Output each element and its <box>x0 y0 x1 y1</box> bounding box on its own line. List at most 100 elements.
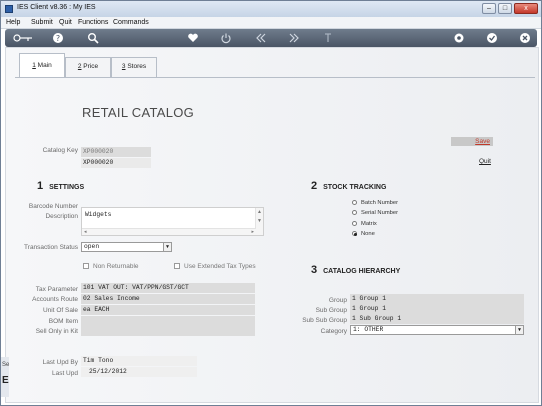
chevron-down-icon[interactable]: ▼ <box>515 326 523 334</box>
check-icon[interactable] <box>486 32 498 44</box>
scroll-right-icon[interactable]: ▸ <box>251 229 254 235</box>
last-upd-label: Last Upd <box>51 370 78 377</box>
unit-of-sale-label: Unit Of Sale <box>42 307 78 314</box>
description-value: Widgets <box>85 211 112 218</box>
minimize-button[interactable]: – <box>482 3 496 14</box>
group-field[interactable]: 1 Group 1 <box>350 294 524 304</box>
last-upd-by-label: Last Upd By <box>42 359 78 366</box>
last-upd-by-value: Tim Tono <box>81 356 197 366</box>
radio-none-label: None <box>361 231 375 237</box>
catalog-key-label: Catalog Key <box>42 147 78 154</box>
menu-commands[interactable]: Commands <box>113 19 149 26</box>
non-returnable-checkbox[interactable]: Non Returnable <box>83 263 139 270</box>
close-window-button[interactable]: x <box>514 3 538 14</box>
scroll-left-icon[interactable]: ◂ <box>84 229 87 235</box>
sub-group-label: Sub Group <box>315 307 347 314</box>
menu-bar: Help Submit Quit Functions Commands <box>1 17 541 29</box>
maximize-button[interactable]: □ <box>498 3 512 14</box>
side-strip-letter: E <box>2 375 9 386</box>
settings-section-label: SETTINGS <box>49 184 85 191</box>
heart-icon[interactable] <box>187 32 199 44</box>
tax-parameter-field[interactable]: 101 VAT OUT: VAT/PPN/GST/GCT <box>81 283 255 293</box>
sell-only-label: Sell Only in Kit <box>35 328 78 335</box>
sub-sub-group-field[interactable]: 1 Sub Group 1 <box>350 314 524 324</box>
tab-price[interactable]: 2 Price <box>65 57 111 77</box>
tab-price-label: Price <box>81 63 99 70</box>
page-title: RETAIL CATALOG <box>82 105 195 120</box>
help-icon[interactable]: ? <box>52 32 64 44</box>
last-upd-value: 25/12/2012 <box>81 367 197 377</box>
tab-main-label: Main <box>35 62 52 69</box>
stock-tracking-section-label: STOCK TRACKING <box>323 184 387 191</box>
checkbox-box[interactable] <box>83 263 89 269</box>
category-select[interactable]: 1: OTHER ▼ <box>350 325 524 335</box>
radio-button-selected[interactable] <box>352 231 357 236</box>
app-window: IES Client v8.36 : My IES – □ x Help Sub… <box>0 0 542 406</box>
tab-stores[interactable]: 3 Stores <box>111 57 157 77</box>
textarea-hscrollbar[interactable]: ◂ ▸ <box>82 228 256 235</box>
stock-tracking-section-title: 2 STOCK TRACKING <box>311 180 386 192</box>
side-strip: Se E <box>1 357 9 397</box>
menu-functions[interactable]: Functions <box>78 19 108 26</box>
radio-batch-number[interactable]: Batch Number <box>352 200 398 206</box>
radio-button[interactable] <box>352 210 357 215</box>
radio-button[interactable] <box>352 221 357 226</box>
group-label: Group <box>328 297 347 304</box>
tab-main[interactable]: 1 Main <box>19 53 65 78</box>
radio-button[interactable] <box>352 200 357 205</box>
radio-matrix[interactable]: Matrix <box>352 221 377 227</box>
transaction-status-label: Transaction Status <box>24 244 78 251</box>
unit-of-sale-field[interactable]: ea EACH <box>81 305 255 315</box>
menu-quit[interactable]: Quit <box>59 19 72 26</box>
non-returnable-label: Non Returnable <box>93 263 139 270</box>
category-label: Category <box>320 328 347 335</box>
quit-link[interactable]: Quit <box>479 158 491 165</box>
checkbox-box[interactable] <box>174 263 180 269</box>
rewind-icon[interactable] <box>255 32 267 44</box>
bom-item-field[interactable] <box>81 316 255 326</box>
catalog-key-field[interactable]: XP000020 <box>81 147 151 157</box>
settings-section-title: 1 SETTINGS <box>37 180 84 192</box>
catalog-hierarchy-section-label: CATALOG HIERARCHY <box>323 268 401 275</box>
radio-none[interactable]: None <box>352 231 375 237</box>
description-label: Description <box>45 213 78 220</box>
accounts-route-field[interactable]: 02 Sales Income <box>81 294 255 304</box>
accounts-route-label: Accounts Route <box>32 296 78 303</box>
transaction-status-select[interactable]: open ▼ <box>81 242 172 252</box>
sell-only-field[interactable] <box>81 326 255 336</box>
power-icon[interactable] <box>220 32 232 44</box>
settings-section-number: 1 <box>37 180 44 192</box>
description-textarea[interactable]: Widgets ▲ ▼ ◂ ▸ <box>81 207 264 236</box>
window-title: IES Client v8.36 : My IES <box>17 4 96 11</box>
barcode-label: Barcode Number <box>28 203 78 210</box>
toolbar: ? <box>5 29 537 47</box>
tab-divider <box>15 77 535 78</box>
extended-tax-label: Use Extended Tax Types <box>184 263 256 270</box>
catalog-key-display: XP000020 <box>81 158 151 168</box>
extended-tax-checkbox[interactable]: Use Extended Tax Types <box>174 263 256 270</box>
key-icon[interactable] <box>13 32 33 44</box>
sub-sub-group-label: Sub Sub Group <box>302 317 347 324</box>
category-value: 1: OTHER <box>353 326 384 333</box>
menu-submit[interactable]: Submit <box>31 19 53 26</box>
close-icon[interactable] <box>519 32 531 44</box>
chevron-down-icon[interactable]: ▼ <box>163 243 171 251</box>
bom-item-label: BOM Item <box>48 318 78 325</box>
catalog-hierarchy-section-number: 3 <box>311 264 318 276</box>
search-icon[interactable] <box>87 32 99 44</box>
textarea-scrollbar[interactable]: ▲ ▼ <box>255 208 263 235</box>
upload-icon[interactable] <box>322 32 334 44</box>
catalog-hierarchy-section-title: 3 CATALOG HIERARCHY <box>311 264 400 276</box>
svg-text:?: ? <box>56 34 60 43</box>
fast-forward-icon[interactable] <box>288 32 300 44</box>
side-strip-text: Se <box>2 362 10 368</box>
radio-serial-number[interactable]: Serial Number <box>352 210 398 216</box>
save-button[interactable]: Save <box>451 137 493 146</box>
radio-serial-number-label: Serial Number <box>361 210 399 216</box>
tab-stores-label: Stores <box>125 63 147 70</box>
radio-matrix-label: Matrix <box>361 221 377 227</box>
settings-icon[interactable] <box>453 32 465 44</box>
menu-help[interactable]: Help <box>6 19 20 26</box>
sub-group-field[interactable]: 1 Group 1 <box>350 304 524 314</box>
app-icon <box>5 5 13 13</box>
